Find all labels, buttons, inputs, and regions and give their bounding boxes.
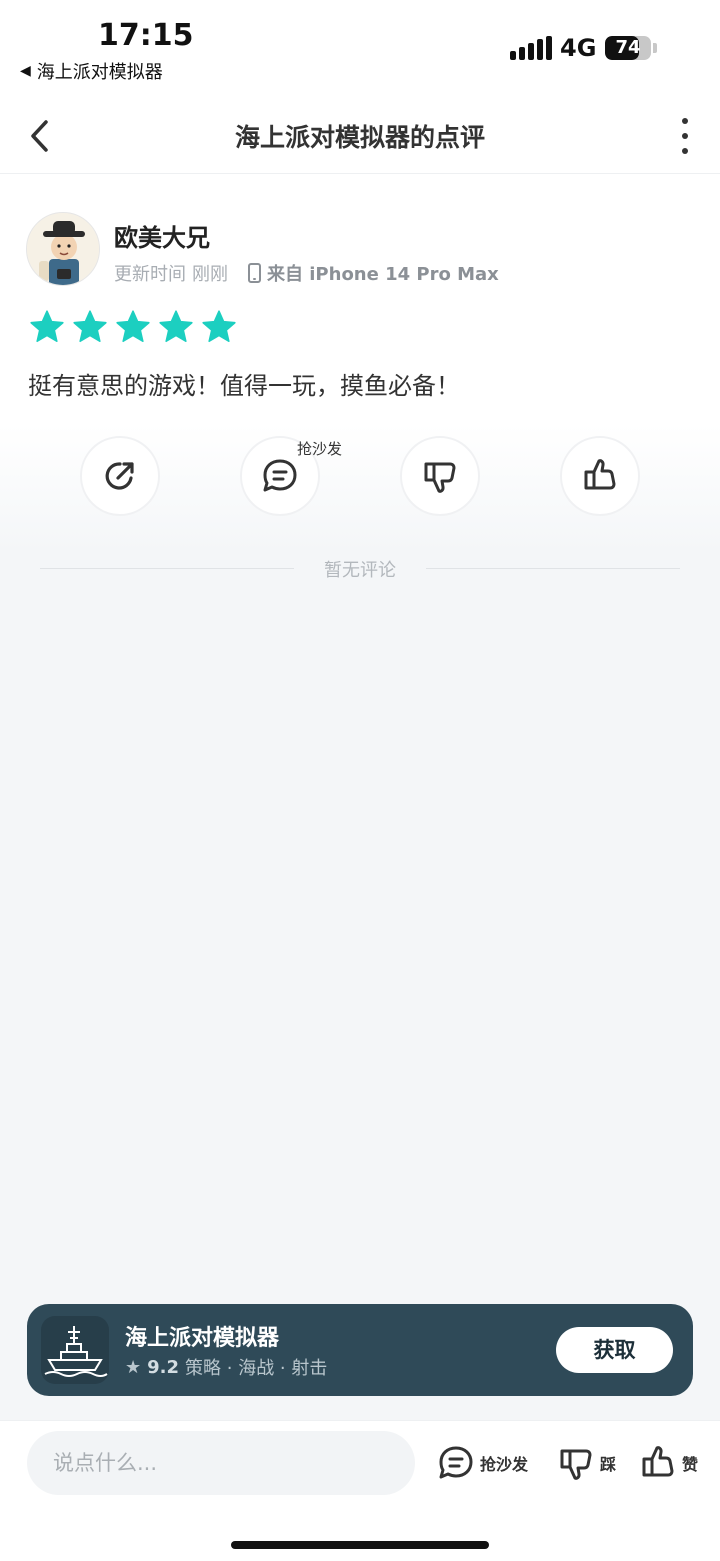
network-type: 4G	[560, 34, 597, 62]
thumbs-up-icon	[584, 459, 616, 490]
back-triangle-icon: ◀	[20, 63, 31, 79]
status-bar: 17:15 ◀ 海上派对模拟器 4G 74	[0, 0, 720, 96]
like-button[interactable]	[560, 436, 640, 516]
update-label: 更新时间	[114, 264, 186, 285]
share-icon	[105, 462, 134, 490]
review-card: 欧美大兄 更新时间 刚刚 来自 iPhone 14 Pro Max 挺有意思的游…	[0, 174, 720, 554]
battery-tip	[653, 43, 657, 53]
status-time: 17:15	[98, 18, 194, 53]
bottom-dislike-button[interactable]: 踩	[556, 1443, 616, 1483]
bottom-dislike-label: 踩	[600, 1455, 617, 1474]
more-vertical-icon	[682, 118, 688, 124]
review-meta: 更新时间 刚刚 来自 iPhone 14 Pro Max	[114, 260, 499, 286]
star-icon	[73, 310, 107, 343]
home-indicator	[231, 1541, 489, 1549]
signal-icon	[510, 36, 552, 60]
star-icon	[159, 310, 193, 343]
star-icon: ★	[125, 1356, 142, 1378]
user-name[interactable]: 欧美大兄	[114, 218, 210, 253]
star-rating	[28, 308, 238, 346]
dislike-button[interactable]	[400, 436, 480, 516]
app-name: 海上派对模拟器	[125, 1326, 280, 1351]
phone-icon	[248, 263, 261, 283]
app-icon	[41, 1316, 109, 1384]
nav-bar: 海上派对模拟器的点评	[0, 96, 720, 174]
star-icon	[30, 310, 64, 343]
share-button[interactable]	[80, 436, 160, 516]
thumbs-down-icon	[560, 1449, 592, 1480]
bottom-like-label: 赞	[682, 1455, 699, 1474]
comment-icon	[439, 1446, 473, 1479]
thumbs-down-icon	[424, 462, 456, 493]
back-app-label: 海上派对模拟器	[36, 62, 163, 83]
avatar-illustration	[27, 213, 99, 285]
thumbs-up-icon	[642, 1446, 674, 1477]
bottom-sofa-label: 抢沙发	[480, 1455, 529, 1474]
back-to-app-link[interactable]: ◀ 海上派对模拟器	[20, 58, 163, 84]
sofa-tag: 抢沙发	[297, 440, 343, 458]
bottom-bar: 抢沙发 踩 赞	[0, 1420, 720, 1561]
battery-level: 74	[615, 37, 641, 58]
comment-input[interactable]	[27, 1431, 415, 1495]
review-text: 挺有意思的游戏！值得一玩，摸鱼必备！	[28, 372, 460, 400]
bottom-sofa-button[interactable]: 抢沙发	[436, 1443, 528, 1483]
device-info: 来自 iPhone 14 Pro Max	[248, 260, 499, 286]
empty-comments-text: 暂无评论	[324, 560, 396, 581]
star-icon	[202, 310, 236, 343]
get-button[interactable]: 获取	[556, 1327, 673, 1373]
app-meta: ★ 9.2 策略 · 海战 · 射击	[125, 1354, 327, 1380]
empty-comments-divider: 暂无评论	[40, 556, 680, 582]
bottom-like-button[interactable]: 赞	[638, 1443, 698, 1483]
app-tags: 策略 · 海战 · 射击	[185, 1358, 328, 1379]
battery-icon: 74	[605, 36, 651, 60]
app-banner[interactable]: 海上派对模拟器 ★ 9.2 策略 · 海战 · 射击 获取	[27, 1304, 693, 1396]
more-button[interactable]	[672, 116, 698, 156]
comment-icon	[263, 459, 297, 492]
star-icon	[116, 310, 150, 343]
update-time: 刚刚	[192, 264, 228, 285]
app-rating: 9.2	[147, 1356, 180, 1378]
ship-icon	[44, 1326, 108, 1377]
avatar[interactable]	[26, 212, 100, 286]
page-title: 海上派对模拟器的点评	[234, 123, 485, 152]
device-label: 来自 iPhone 14 Pro Max	[267, 264, 499, 285]
